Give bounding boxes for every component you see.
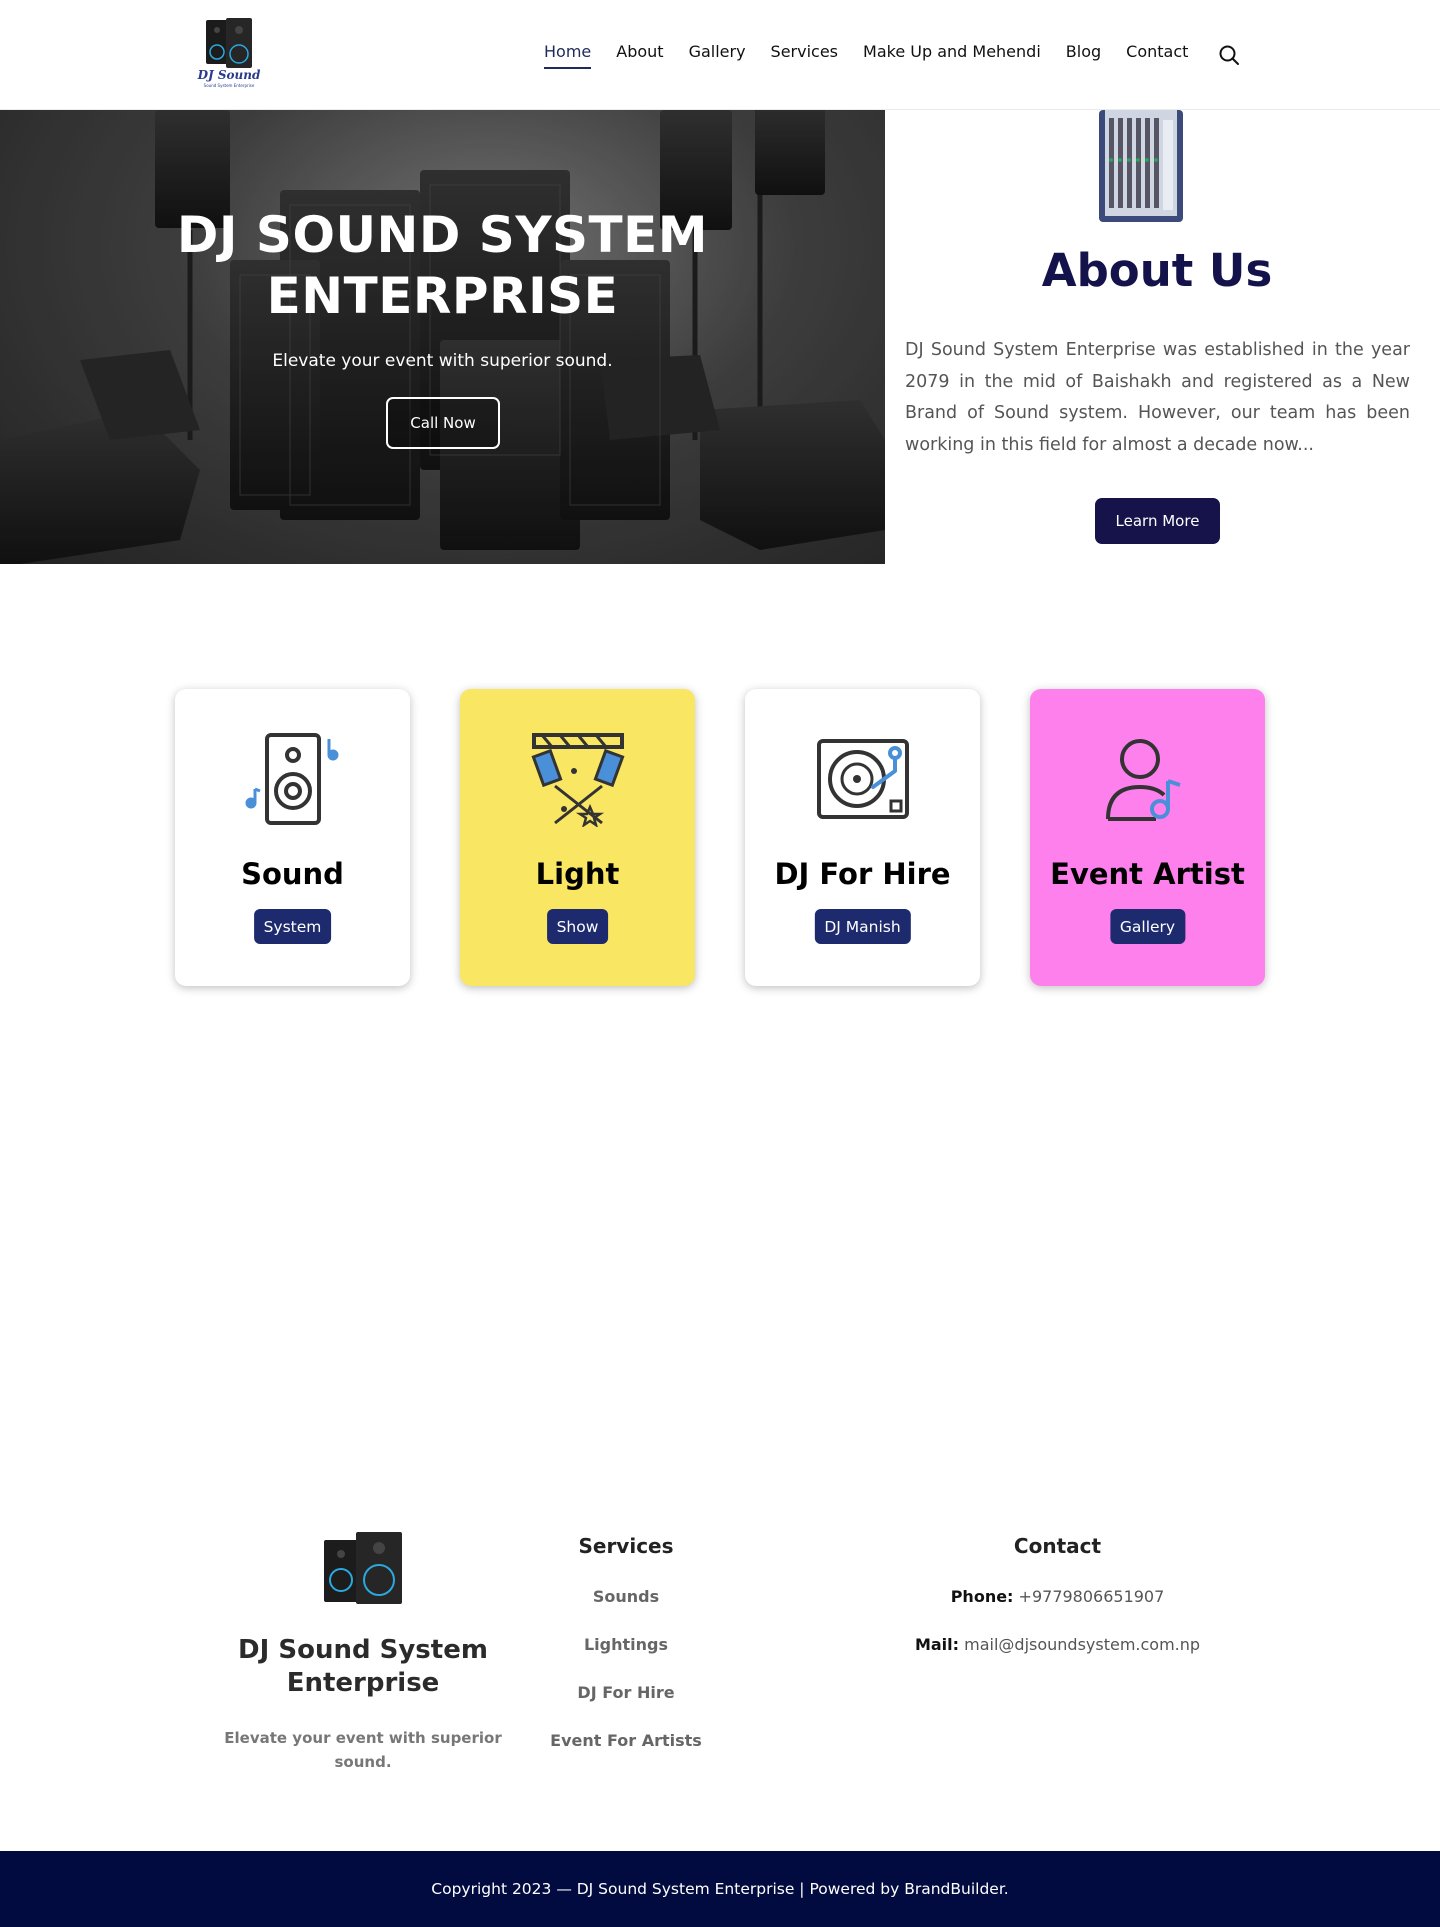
show-badge-button[interactable]: Show <box>546 909 609 944</box>
copyright-bar: Copyright 2023 — DJ Sound System Enterpr… <box>0 1851 1440 1927</box>
footer-brand-name: DJ Sound System Enterprise <box>238 1635 488 1698</box>
card-sound: Sound System <box>175 689 410 986</box>
stage-light-icon <box>531 733 625 827</box>
about-text: DJ Sound System Enterprise was establish… <box>905 340 1410 455</box>
copyright-text: Copyright 2023 — DJ Sound System Enterpr… <box>431 1880 1009 1898</box>
card-light: Light Show <box>460 689 695 986</box>
card-title: Sound <box>241 857 344 891</box>
artist-icon <box>1106 739 1181 821</box>
svg-text:Sound System Enterprise: Sound System Enterprise <box>204 83 255 88</box>
hero-banner: DJ SOUND SYSTEM ENTERPRISE Elevate your … <box>0 110 885 564</box>
card-title: DJ For Hire <box>774 857 951 891</box>
call-now-button[interactable]: Call Now <box>386 397 500 449</box>
nav-services[interactable]: Services <box>771 42 838 66</box>
footer-services-title: Services <box>578 1534 674 1558</box>
about-title: About Us <box>1041 244 1273 297</box>
mail-value[interactable]: mail@djsoundsystem.com.np <box>964 1635 1200 1654</box>
footer-contact-title: Contact <box>1013 1534 1102 1558</box>
hero-title: DJ SOUND SYSTEM ENTERPRISE <box>176 206 709 325</box>
logo-icon[interactable]: DJ Sound Sound System Enterprise <box>196 16 262 92</box>
card-event-artist: Event Artist Gallery <box>1030 689 1265 986</box>
site-header: DJ Sound Sound System Enterprise Home Ab… <box>0 0 1440 110</box>
turntable-icon <box>817 739 909 819</box>
card-title: Event Artist <box>1050 857 1245 891</box>
footer-phone: Phone: +9779806651907 <box>860 1587 1255 1606</box>
phone-value[interactable]: +9779806651907 <box>1019 1587 1165 1606</box>
hero-subtitle: Elevate your event with superior sound. <box>272 351 613 371</box>
mail-label: Mail: <box>914 1635 960 1654</box>
hero-overlay <box>0 110 885 564</box>
footer-link-dj-for-hire[interactable]: DJ For Hire <box>526 1683 726 1702</box>
gallery-badge-button[interactable]: Gallery <box>1109 909 1186 944</box>
main-nav: Home About Gallery Services Make Up and … <box>544 42 1213 69</box>
learn-more-button[interactable]: Learn More <box>1095 498 1220 544</box>
footer-logo-icon <box>324 1532 402 1604</box>
nav-home[interactable]: Home <box>544 42 592 69</box>
footer-tagline: Elevate your event with superior sound. <box>224 1729 502 1771</box>
dj-manish-badge-button[interactable]: DJ Manish <box>814 909 911 944</box>
svg-text:DJ Sound: DJ Sound <box>197 68 261 82</box>
nav-contact[interactable]: Contact <box>1126 42 1188 66</box>
nav-makeup-mehendi[interactable]: Make Up and Mehendi <box>863 42 1041 66</box>
card-dj-for-hire: DJ For Hire DJ Manish <box>745 689 980 986</box>
footer-link-lightings[interactable]: Lightings <box>526 1635 726 1654</box>
nav-blog[interactable]: Blog <box>1066 42 1101 66</box>
card-title: Light <box>535 857 620 891</box>
mixer-image <box>1099 110 1183 222</box>
system-badge-button[interactable]: System <box>253 909 332 944</box>
footer-link-event-for-artists[interactable]: Event For Artists <box>526 1731 726 1750</box>
nav-about[interactable]: About <box>616 42 663 66</box>
nav-gallery[interactable]: Gallery <box>689 42 746 66</box>
search-icon[interactable] <box>1218 44 1240 66</box>
footer-mail: Mail: mail@djsoundsystem.com.np <box>860 1635 1255 1654</box>
phone-label: Phone: <box>950 1587 1014 1606</box>
footer-link-sounds[interactable]: Sounds <box>526 1587 726 1606</box>
speaker-icon <box>245 733 339 825</box>
